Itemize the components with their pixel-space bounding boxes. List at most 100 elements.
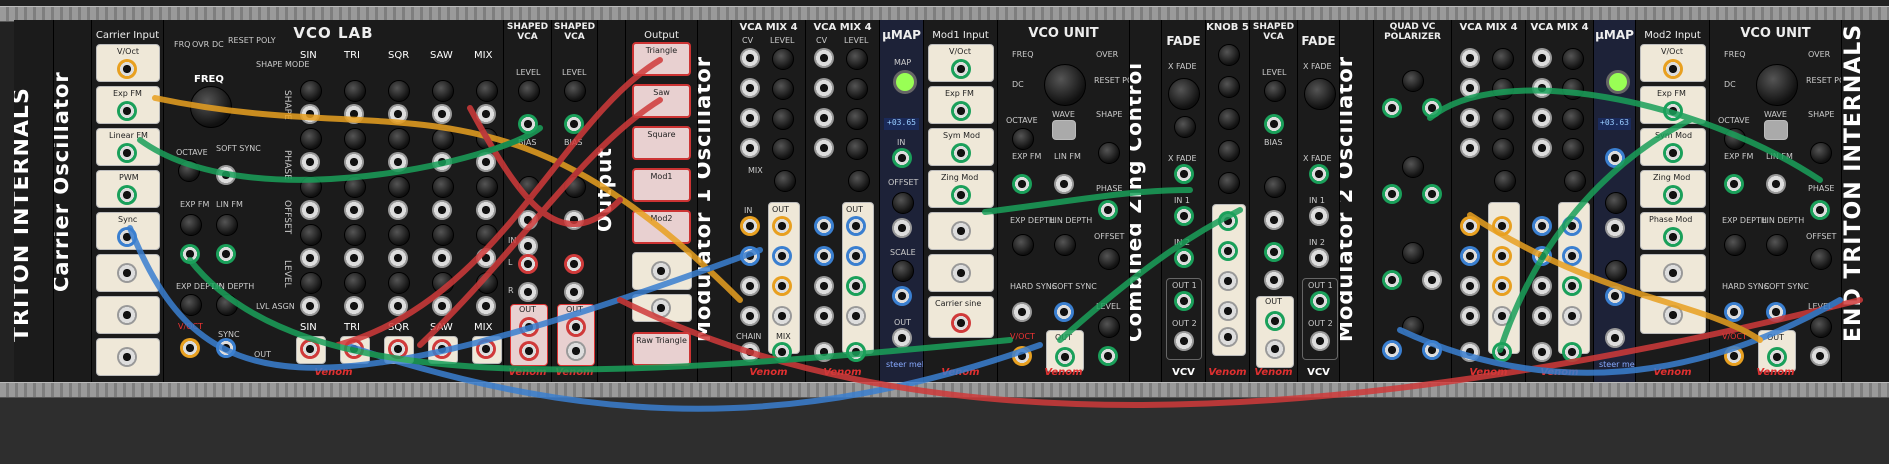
vcamix3-chain-jack[interactable] [1460,342,1480,362]
fade1-in2-jack[interactable] [1174,248,1194,268]
polarizer-out2-jack[interactable] [1422,184,1442,204]
vco1-level-jack[interactable] [1098,346,1118,366]
combined-zing-panel[interactable]: Combined Zing Control [1130,20,1162,382]
vca3-out-l-jack[interactable] [1265,311,1285,331]
polarizer-in3-jack[interactable] [1382,270,1402,290]
vcamix1-mix-knob[interactable] [774,170,796,192]
vco-lab-cv-jack[interactable] [344,104,364,124]
vcamix3-level3-knob[interactable] [1492,108,1514,130]
vco-lab-cv-jack[interactable] [432,104,452,124]
vcamix4-out1-jack[interactable] [1562,216,1582,236]
vco-lab-knob[interactable] [300,80,322,102]
vco1-lindepth-knob[interactable] [1054,234,1076,256]
knob5-knob-3[interactable] [1218,108,1240,130]
vcamix4-out3-jack[interactable] [1562,276,1582,296]
vcamix4-mix-knob[interactable] [1564,170,1586,192]
carrier-oscillator-panel[interactable]: Carrier Oscillator [54,20,92,382]
knob5-out5-jack[interactable] [1218,327,1238,347]
vcamix2-out3-jack[interactable] [846,276,866,296]
vco-lab-cv-jack[interactable] [300,200,320,220]
vcamix1-chain-jack[interactable] [740,342,760,362]
vco-lab-knob[interactable] [388,80,410,102]
modulator1-oscillator-panel[interactable]: Modulator 1 Oscillator [698,20,732,382]
fade1-in1-jack[interactable] [1174,206,1194,226]
carrier-sync-jack[interactable] [117,227,137,247]
vca1-out-l-jack[interactable] [519,317,539,337]
knob5-out2-jack[interactable] [1218,241,1238,261]
fade-2-panel[interactable]: FADE X FADE X FADE IN 1 IN 2 OUT 1 OUT 2… [1298,20,1340,382]
vcamix2-cv4-jack[interactable] [814,138,834,158]
vco2-linfm-jack[interactable] [1766,174,1786,194]
vco-lab-knob[interactable] [432,128,454,150]
vco-lab-cv-jack[interactable] [432,296,452,316]
vcamix4-mix-jack[interactable] [1562,342,1582,362]
vcamix4-in4-jack[interactable] [1532,306,1552,326]
vco2-out-jack[interactable] [1767,347,1787,367]
vco-lab-cv-jack[interactable] [432,200,452,220]
knob5-out4-jack[interactable] [1218,301,1238,321]
knob5-knob-5[interactable] [1218,172,1240,194]
vcamix3-mix-jack[interactable] [1492,342,1512,362]
mod1-empty-jack[interactable] [951,263,971,283]
vcamix3-cv4-jack[interactable] [1460,138,1480,158]
vca2-in-l-jack[interactable] [564,254,584,274]
umap-1-offset-jack[interactable] [892,218,912,238]
carrier-linfm-jack[interactable] [117,143,137,163]
umap-1-scale-jack[interactable] [892,286,912,306]
vcamix3-out2-jack[interactable] [1492,246,1512,266]
polarizer-level2-knob[interactable] [1402,156,1424,178]
vcamix3-cv2-jack[interactable] [1460,78,1480,98]
vca3-in-r-jack[interactable] [1264,270,1284,290]
vco1-voct-jack[interactable] [1012,346,1032,366]
vcamix1-out3-jack[interactable] [772,276,792,296]
fade1-knob[interactable] [1174,116,1196,138]
umap-1-panel[interactable]: µMAP MAP +03.65 IN OFFSET SCALE OUT stee… [880,20,924,382]
umap-2-panel[interactable]: µMAP +03.63 steer melder [1594,20,1636,382]
vco-lab-cv-jack[interactable] [388,152,408,172]
vco1-octave-knob[interactable] [1012,128,1034,150]
mod2-expfm-jack[interactable] [1663,101,1683,121]
carrier-empty-jack[interactable] [117,263,137,283]
vca1-in-jack[interactable] [518,236,538,256]
vca1-jack[interactable] [518,210,538,230]
vco1-softsync-jack[interactable] [1054,302,1074,322]
vcamix3-in4-jack[interactable] [1460,306,1480,326]
vco-unit-1-panel[interactable]: VCO UNIT FREQ DC OVER RESET POLY OCTAVE … [998,20,1130,382]
vco-lab-cv-jack[interactable] [388,248,408,268]
modulator2-oscillator-panel[interactable]: Modulator 2 Oscillator [1340,20,1374,382]
vco-lab-cv-jack[interactable] [344,296,364,316]
vca2-jack[interactable] [564,210,584,230]
vco-lab-knob[interactable] [476,176,498,198]
fade2-xfade-jack[interactable] [1309,164,1329,184]
vcamix2-out1-jack[interactable] [846,216,866,236]
vco2-level-knob[interactable] [1810,316,1832,338]
vcamix2-mix-knob[interactable] [848,170,870,192]
umap-2-scale-knob[interactable] [1605,260,1627,282]
vco-lab-cv-jack[interactable] [476,104,496,124]
vcamix3-level2-knob[interactable] [1492,78,1514,100]
vca-mix-3-panel[interactable]: VCA MIX 4 Venom [1452,20,1526,382]
vca1-out-r-jack[interactable] [519,341,539,361]
mod2-empty-jack[interactable] [1663,305,1683,325]
vca1-in-r-jack[interactable] [518,282,538,302]
vco1-linfm-jack[interactable] [1054,174,1074,194]
vca2-out-r-jack[interactable] [566,341,586,361]
vca2-level-knob[interactable] [564,80,586,102]
fade1-xfade-jack[interactable] [1174,164,1194,184]
polarizer-in1-jack[interactable] [1382,98,1402,118]
fade2-in1-jack[interactable] [1309,206,1329,226]
vco1-expfm-jack[interactable] [1012,174,1032,194]
carrier-input-panel[interactable]: Carrier Input V/Oct Exp FM Linear FM PWM… [92,20,164,382]
vcamix2-out2-jack[interactable] [846,246,866,266]
umap-2-offset-knob[interactable] [1605,192,1627,214]
vcamix3-level1-knob[interactable] [1492,48,1514,70]
vco-lab-knob[interactable] [344,272,366,294]
vco-lab-out-jack[interactable] [300,339,320,359]
vco-lab-knob[interactable] [300,224,322,246]
vcamix2-in1-jack[interactable] [814,216,834,236]
vco1-hardsync-jack[interactable] [1012,302,1032,322]
vcamix2-chain-jack[interactable] [814,342,834,362]
vco-lab-knob[interactable] [300,128,322,150]
vcamix2-in2-jack[interactable] [814,246,834,266]
vco1-shape-knob[interactable] [1098,142,1120,164]
